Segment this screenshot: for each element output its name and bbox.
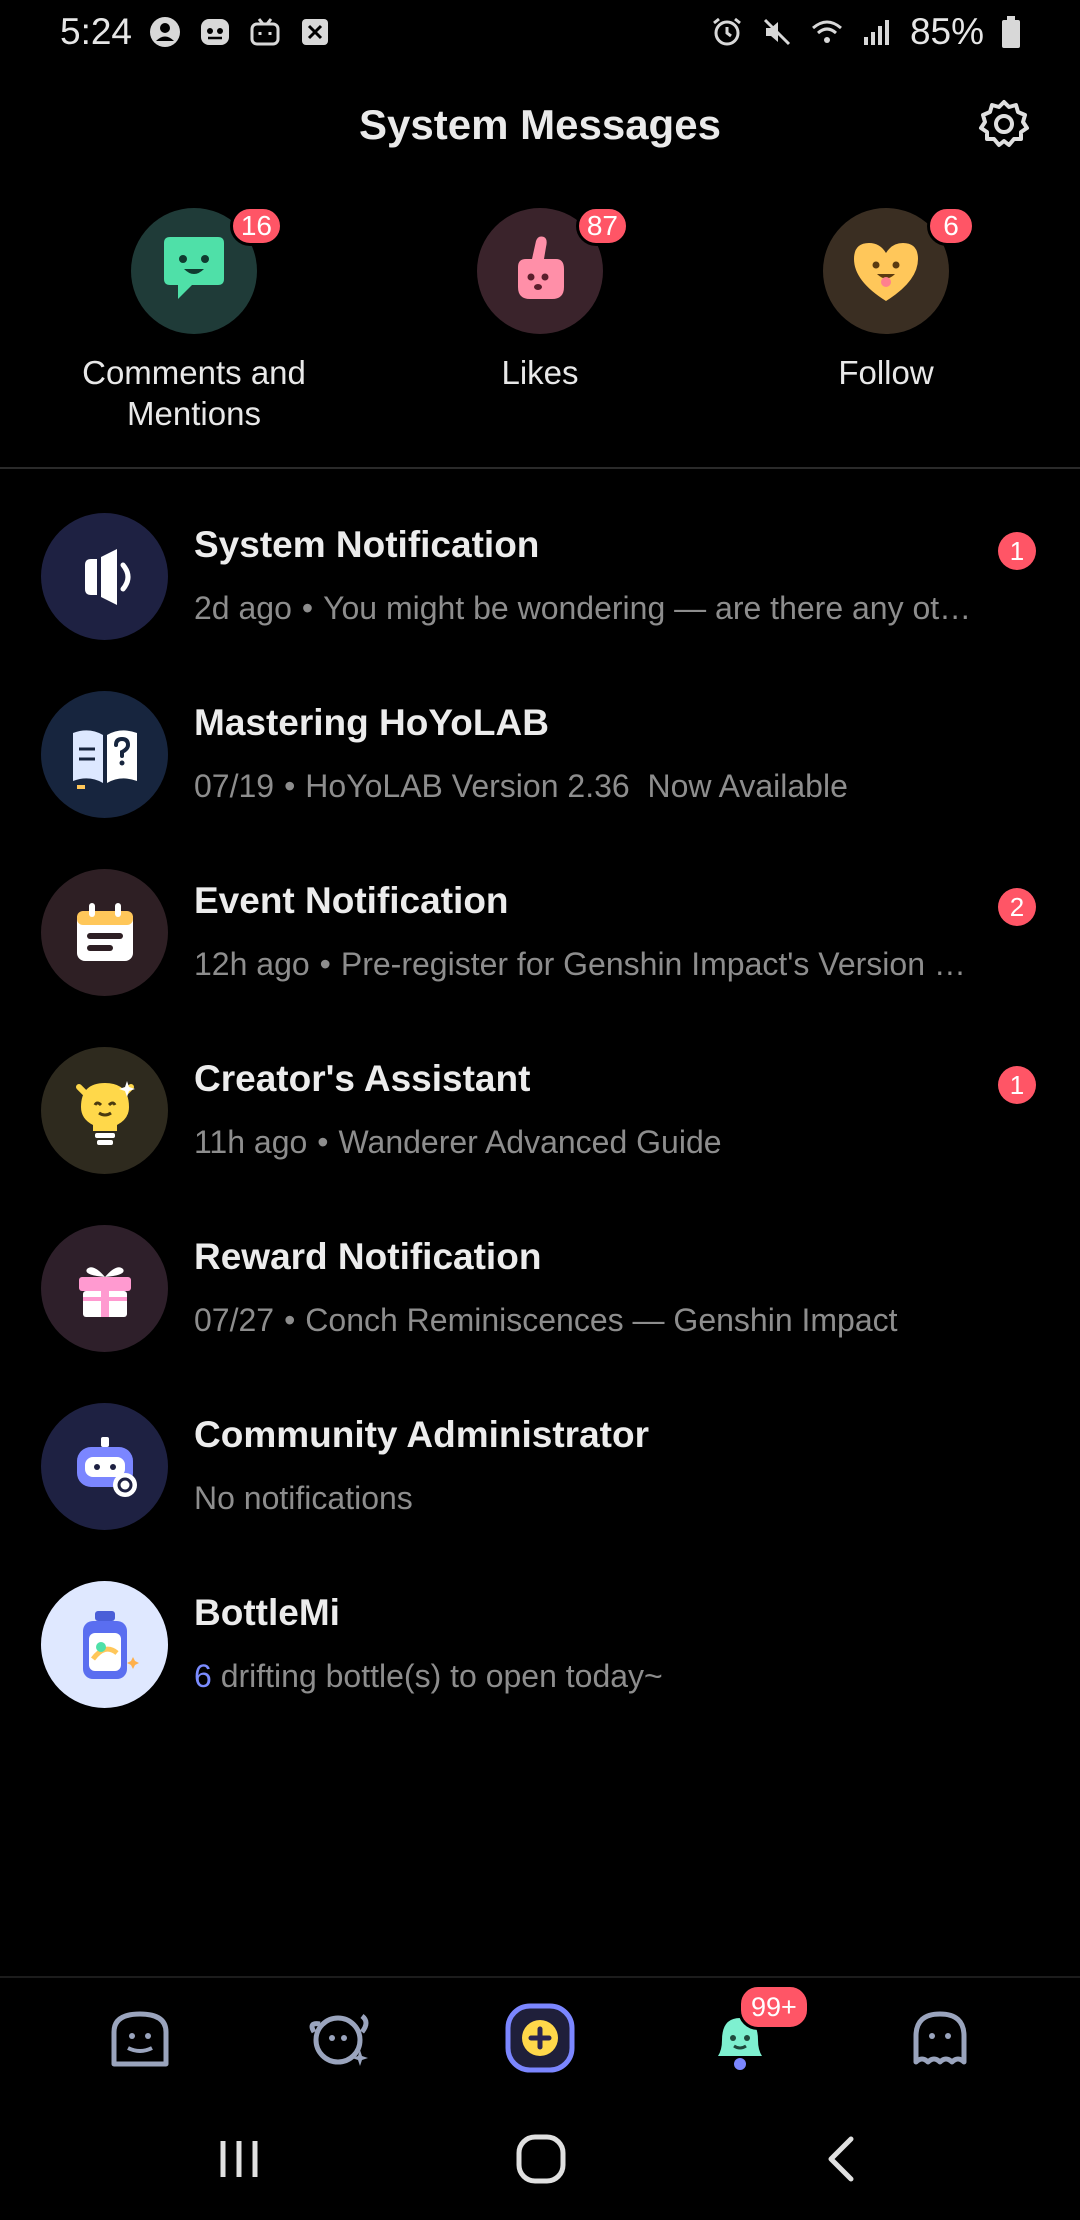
follow-button[interactable]: 6 Follow: [736, 206, 1036, 393]
post-icon: [505, 2003, 575, 2073]
likes-badge: 87: [575, 206, 629, 246]
nav-post[interactable]: [500, 1998, 580, 2078]
community-administrator-row[interactable]: Community Administrator No notifications: [0, 1390, 1080, 1568]
unread-badge: 1: [998, 532, 1036, 570]
message-preview: 12h ago • Pre-register for Genshin Impact'…: [194, 946, 966, 982]
notification-badge: 99+: [738, 1984, 810, 2030]
battery-percent: 85%: [909, 11, 984, 52]
system-messages-screen: 5:24 85% System Messages 16 Comments and…: [0, 0, 1080, 2220]
system-notification-row[interactable]: System Notification 2d ago • You might be …: [0, 500, 1080, 678]
mastering-hoyolab-row[interactable]: Mastering HoYoLAB 07/19 • HoYoLAB Version …: [0, 678, 1080, 856]
nav-home[interactable]: [100, 1998, 180, 2078]
message-preview: 6 drifting bottle(s) to open today~: [194, 1658, 663, 1694]
message-title: Creator's Assistant: [194, 1058, 531, 1099]
message-preview: 07/27 • Conch Reminiscences — Genshin Impa…: [194, 1302, 898, 1338]
system-notification-avatar: [41, 513, 168, 640]
game-icon: [198, 15, 232, 49]
message-title: Community Administrator: [194, 1414, 649, 1455]
mute-icon: [760, 15, 794, 49]
status-bar: 5:24 85%: [0, 0, 1080, 64]
comments-mentions-avatar: 16: [131, 206, 283, 334]
community-administrator-avatar: [41, 1403, 168, 1530]
comments-mentions-label: Comments and Mentions: [82, 354, 306, 432]
unread-badge: 1: [998, 1066, 1036, 1104]
bottle-icon: [82, 1610, 139, 1679]
heart-face-icon: [854, 243, 918, 301]
follow-label: Follow: [838, 354, 934, 391]
profile-ghost-icon: [913, 2011, 967, 2065]
home-system-button[interactable]: [506, 2124, 576, 2194]
unread-badge: 2: [998, 888, 1036, 926]
message-title: Event Notification: [194, 880, 509, 921]
likes-avatar: 87: [477, 206, 629, 334]
likes-button[interactable]: 87 Likes: [390, 206, 690, 393]
alarm-icon: [710, 15, 744, 49]
follow-badge: 6: [927, 206, 975, 246]
chat-face-icon: [164, 237, 224, 299]
quick-categories: 16 Comments and Mentions 87 Likes 6 Foll…: [0, 206, 1080, 448]
message-title: BottleMi: [194, 1592, 340, 1633]
bottom-navigation: 99+: [0, 1976, 1080, 2094]
back-icon: [828, 2136, 854, 2182]
nav-profile[interactable]: [900, 1998, 980, 2078]
profile-icon: [148, 15, 182, 49]
nav-notifications[interactable]: 99+: [700, 1984, 810, 2078]
bottlemi-avatar: [41, 1581, 168, 1708]
system-navigation-bar: [0, 2094, 1080, 2220]
follow-avatar: 6: [823, 206, 975, 334]
message-list: System Notification 2d ago • You might be …: [0, 500, 1080, 1746]
book-question-icon: [72, 729, 137, 789]
home-circle-icon: [516, 2134, 566, 2184]
admin-robot-icon: [76, 1436, 137, 1497]
calendar-icon: [76, 902, 133, 961]
gear-icon: [979, 100, 1029, 147]
signal-icon: [860, 15, 894, 49]
nav-explore[interactable]: [300, 1998, 380, 2078]
message-preview: 11h ago • Wanderer Advanced Guide: [194, 1124, 722, 1160]
megaphone-icon: [84, 548, 130, 605]
reward-notification-avatar: [41, 1225, 168, 1352]
mastering-hoyolab-avatar: [41, 691, 168, 818]
message-title: Mastering HoYoLAB: [194, 702, 549, 743]
comments-mentions-button[interactable]: 16 Comments and Mentions: [44, 206, 344, 434]
creators-assistant-avatar: [41, 1047, 168, 1174]
bilibili-icon: [248, 15, 282, 49]
bottlemi-row[interactable]: BottleMi 6 drifting bottle(s) to open to…: [0, 1568, 1080, 1746]
message-preview: No notifications: [194, 1480, 413, 1516]
settings-button[interactable]: [974, 94, 1034, 154]
event-notification-avatar: [41, 869, 168, 996]
message-preview: 07/19 • HoYoLAB Version 2.36 Now Available: [194, 768, 848, 804]
recents-button[interactable]: [204, 2124, 274, 2194]
battery-icon: [1000, 15, 1022, 49]
creators-assistant-row[interactable]: Creator's Assistant 11h ago • Wanderer Adv…: [0, 1034, 1080, 1212]
gift-icon: [78, 1266, 131, 1317]
lightbulb-icon: [75, 1080, 135, 1145]
comments-badge: 16: [229, 206, 283, 246]
recents-icon: [220, 2141, 258, 2177]
x-icon: [298, 15, 332, 49]
message-preview: 2d ago • You might be wondering — are ther…: [194, 590, 972, 626]
section-divider: [0, 467, 1080, 469]
back-button[interactable]: [808, 2124, 878, 2194]
wifi-icon: [810, 15, 844, 49]
reward-notification-row[interactable]: Reward Notification 07/27 • Conch Reminisc…: [0, 1212, 1080, 1390]
home-icon: [111, 2011, 169, 2067]
status-time: 5:24: [60, 11, 133, 52]
header: System Messages: [0, 80, 1080, 170]
message-title: Reward Notification: [194, 1236, 542, 1277]
page-title: System Messages: [359, 101, 721, 148]
thumbs-up-icon: [518, 236, 564, 299]
likes-label: Likes: [501, 354, 579, 391]
explore-icon: [309, 2014, 369, 2066]
event-notification-row[interactable]: Event Notification 12h ago • Pre-register …: [0, 856, 1080, 1034]
message-title: System Notification: [194, 524, 540, 565]
